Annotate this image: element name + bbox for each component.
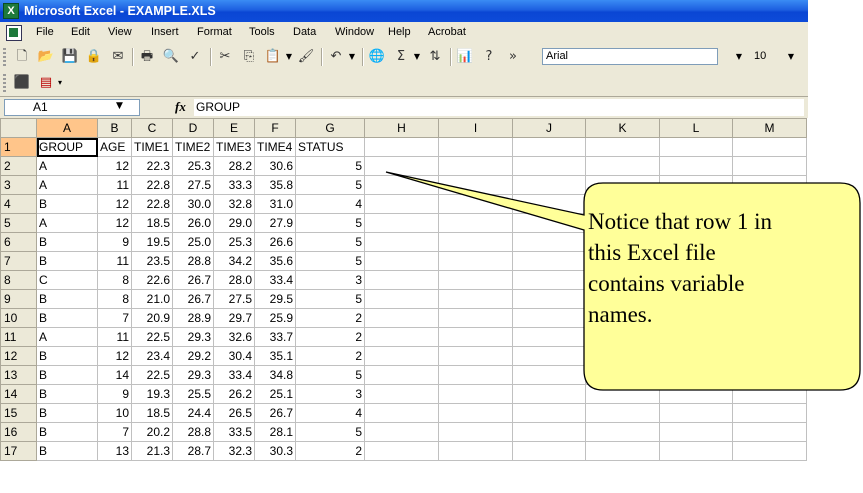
callout-line: contains variable [588, 271, 745, 296]
callout-line: this Excel file [588, 240, 716, 265]
callout-text: Notice that row 1 in this Excel file conta… [588, 206, 853, 330]
callout-line: Notice that row 1 in [588, 209, 772, 234]
callout-line: names. [588, 302, 653, 327]
